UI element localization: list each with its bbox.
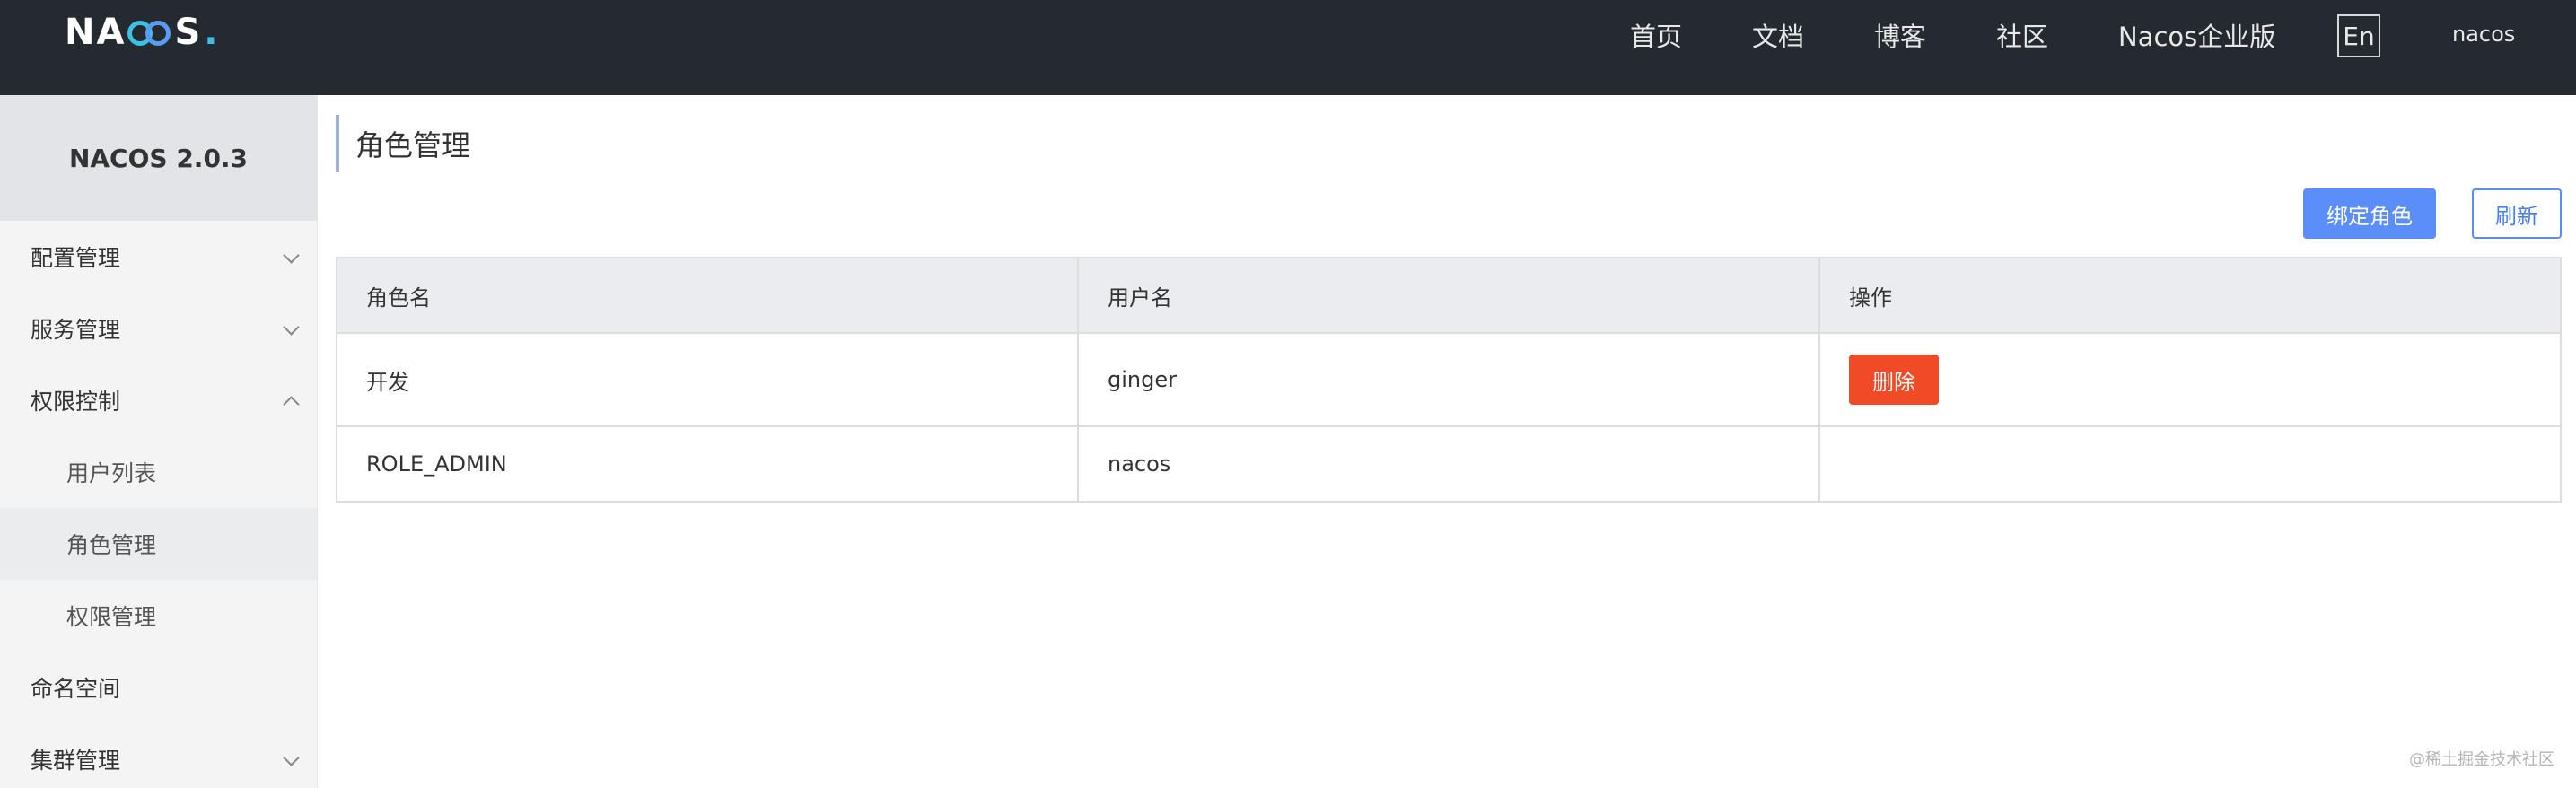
role-table: 角色名 用户名 操作 开发 ginger 删除 ROLE_ADMIN nacos	[336, 257, 2562, 503]
sidebar-item-cluster[interactable]: 集群管理	[0, 723, 317, 788]
column-header-action: 操作	[1818, 257, 2562, 334]
table-header-row: 角色名 用户名 操作	[336, 257, 2562, 334]
version-label: NACOS 2.0.3	[0, 95, 317, 221]
nav-home[interactable]: 首页	[1630, 16, 1682, 54]
bind-role-button[interactable]: 绑定角色	[2303, 188, 2436, 239]
nacos-logo[interactable]: NA S .	[65, 12, 220, 53]
role-cell: ROLE_ADMIN	[336, 425, 1079, 503]
sidebar-item-permission-management[interactable]: 权限管理	[0, 580, 317, 652]
sidebar-item-namespace[interactable]: 命名空间	[0, 652, 317, 723]
sidebar-item-label: 集群管理	[31, 748, 121, 774]
user-cell: ginger	[1077, 332, 1820, 427]
chevron-up-icon	[283, 396, 300, 413]
nav-community[interactable]: 社区	[1996, 16, 2048, 54]
sidebar-item-label: 用户列表	[66, 460, 157, 486]
action-cell	[1818, 425, 2562, 503]
sidebar-item-label: 权限控制	[31, 389, 121, 415]
table-row: 开发 ginger 删除	[336, 332, 2562, 427]
language-toggle-button[interactable]: En	[2337, 14, 2380, 57]
logo-text-left: NA	[65, 12, 127, 53]
sidebar-item-service[interactable]: 服务管理	[0, 293, 317, 364]
sidebar-item-role-management[interactable]: 角色管理	[0, 508, 317, 580]
logo-infinity-icon	[127, 17, 172, 48]
nav-enterprise[interactable]: Nacos企业版	[2118, 16, 2275, 54]
action-cell: 删除	[1818, 332, 2562, 427]
sidebar: NACOS 2.0.3 配置管理 服务管理 权限控制 用户列表 角色管理 权限管…	[0, 95, 318, 788]
user-cell: nacos	[1077, 425, 1820, 503]
column-header-role: 角色名	[336, 257, 1079, 334]
watermark: @稀土掘金技术社区	[2409, 750, 2554, 769]
table-row: ROLE_ADMIN nacos	[336, 425, 2562, 503]
column-header-user: 用户名	[1077, 257, 1820, 334]
logo-text-right: S	[174, 12, 203, 53]
current-user[interactable]: nacos	[2452, 22, 2515, 47]
nav-docs[interactable]: 文档	[1752, 16, 1804, 54]
top-navbar: NA S . 首页 文档 博客 社区 Nacos企业版 En nacos	[0, 0, 2576, 95]
logo-dot: .	[204, 12, 220, 53]
role-cell: 开发	[336, 332, 1079, 427]
chevron-down-icon	[283, 749, 300, 766]
sidebar-item-user-list[interactable]: 用户列表	[0, 436, 317, 508]
nav-blog[interactable]: 博客	[1874, 16, 1926, 54]
delete-button[interactable]: 删除	[1849, 355, 1939, 405]
sidebar-item-label: 配置管理	[31, 245, 121, 271]
chevron-down-icon	[283, 247, 300, 264]
main-content: 角色管理 绑定角色 刷新 角色名 用户名 操作 开发 ginger 删除 ROL…	[318, 95, 2576, 788]
chevron-down-icon	[283, 319, 300, 336]
page-title: 角色管理	[336, 115, 470, 172]
sidebar-item-config[interactable]: 配置管理	[0, 221, 317, 293]
sidebar-item-access-control[interactable]: 权限控制	[0, 364, 317, 436]
refresh-button[interactable]: 刷新	[2472, 188, 2562, 239]
sidebar-item-label: 命名空间	[31, 676, 121, 702]
sidebar-item-label: 服务管理	[31, 317, 121, 343]
sidebar-item-label: 权限管理	[66, 604, 157, 630]
sidebar-item-label: 角色管理	[66, 532, 157, 558]
